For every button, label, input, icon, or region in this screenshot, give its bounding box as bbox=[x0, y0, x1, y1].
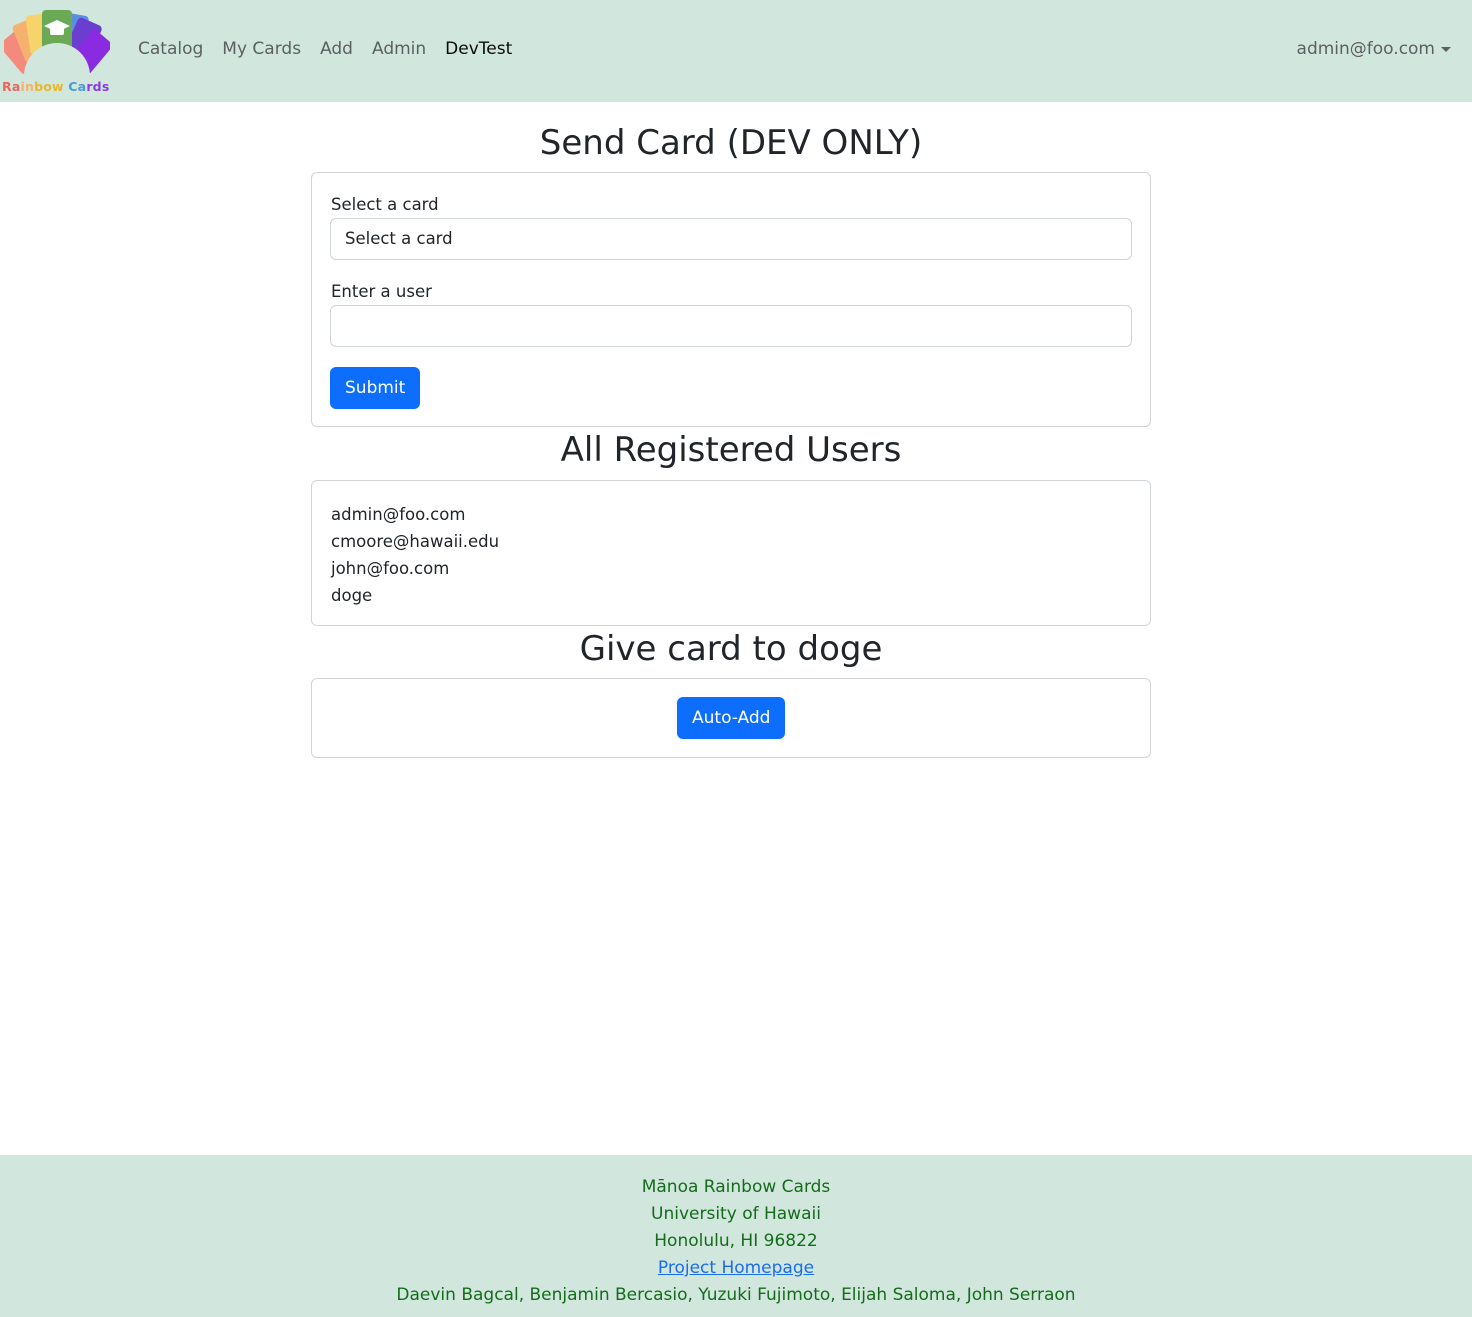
nav-link-catalog[interactable]: Catalog bbox=[138, 37, 203, 61]
nav-link-add[interactable]: Add bbox=[320, 37, 353, 61]
send-card-form: Select a card Select a card Enter a user… bbox=[311, 172, 1151, 427]
submit-button[interactable]: Submit bbox=[330, 367, 421, 409]
brand-name-part: Ra bbox=[2, 79, 21, 94]
footer-info: Mānoa Rainbow Cards University of Hawaii… bbox=[0, 1174, 1472, 1309]
footer-project-name: Mānoa Rainbow Cards bbox=[641, 1177, 831, 1197]
user-list: admin@foo.com cmoore@hawaii.edu john@foo… bbox=[331, 501, 499, 609]
auto-add-button[interactable]: Auto-Add bbox=[677, 697, 786, 739]
select-card-dropdown[interactable]: Select a card bbox=[330, 218, 1132, 260]
send-card-title: Send Card (DEV ONLY) bbox=[539, 123, 923, 163]
nav-link-admin[interactable]: Admin bbox=[372, 37, 426, 61]
user-input[interactable] bbox=[330, 305, 1132, 347]
brand-name-part: rds bbox=[86, 79, 110, 94]
user-menu-label: admin@foo.com bbox=[1296, 39, 1435, 59]
nav-links: Catalog My Cards Add Admin DevTest bbox=[138, 37, 531, 61]
brand-name-part: in bbox=[20, 79, 35, 94]
footer-authors: Daevin Bagcal, Benjamin Bercasio, Yuzuki… bbox=[396, 1285, 1076, 1305]
brand-logo[interactable]: Rainbow Cards bbox=[0, 8, 114, 94]
give-card-card: Auto-Add bbox=[311, 678, 1151, 758]
list-item: cmoore@hawaii.edu bbox=[331, 532, 500, 551]
page: Rainbow Cards Catalog My Cards Add Admin… bbox=[0, 0, 1472, 1317]
list-item: doge bbox=[331, 586, 373, 605]
navbar: Rainbow Cards Catalog My Cards Add Admin… bbox=[0, 0, 1472, 102]
brand-name: Rainbow Cards bbox=[2, 79, 109, 94]
select-card-value: Select a card bbox=[345, 229, 453, 248]
select-card-label: Select a card bbox=[331, 195, 439, 214]
registered-users-title: All Registered Users bbox=[560, 430, 902, 470]
brand-name-part: bow bbox=[34, 79, 64, 94]
footer: Mānoa Rainbow Cards University of Hawaii… bbox=[0, 1155, 1472, 1317]
nav-link-my-cards[interactable]: My Cards bbox=[222, 37, 301, 61]
caret-down-icon bbox=[1441, 46, 1451, 52]
give-card-title: Give card to doge bbox=[579, 629, 883, 669]
project-homepage-link[interactable]: Project Homepage bbox=[658, 1258, 814, 1278]
list-item: admin@foo.com bbox=[331, 505, 466, 524]
rainbow-cards-logo-icon bbox=[4, 10, 110, 76]
list-item: john@foo.com bbox=[331, 559, 450, 578]
brand-name-part: Ca bbox=[63, 79, 87, 94]
footer-address: Honolulu, HI 96822 bbox=[654, 1231, 818, 1251]
enter-user-label: Enter a user bbox=[331, 282, 432, 301]
nav-link-devtest[interactable]: DevTest bbox=[445, 37, 512, 61]
user-menu-dropdown[interactable]: admin@foo.com bbox=[1297, 37, 1451, 61]
registered-users-card: admin@foo.com cmoore@hawaii.edu john@foo… bbox=[311, 480, 1151, 626]
footer-university: University of Hawaii bbox=[651, 1204, 821, 1224]
